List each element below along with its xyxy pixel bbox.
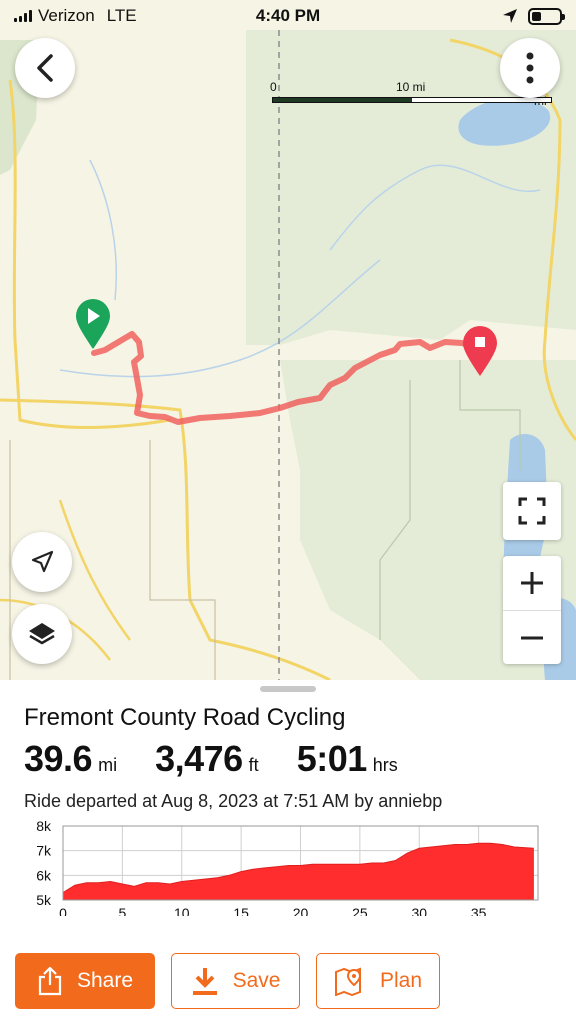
- scale-label-mid: 10 mi: [396, 80, 426, 94]
- action-buttons: Share Save Plan: [15, 953, 440, 1009]
- more-vertical-icon: [526, 52, 534, 84]
- save-label: Save: [232, 969, 281, 992]
- ride-details-sheet: Fremont County Road Cycling 39.6 mi 3,47…: [0, 680, 576, 1024]
- share-button[interactable]: Share: [15, 953, 155, 1009]
- duration-stat: 5:01 hrs: [297, 738, 398, 780]
- locate-me-button[interactable]: [12, 532, 72, 592]
- share-icon: [38, 966, 62, 996]
- x-tick-label: 0: [59, 905, 67, 916]
- location-arrow-icon: [503, 9, 517, 23]
- ride-departure-info: Ride departed at Aug 8, 2023 at 7:51 AM …: [24, 791, 443, 811]
- minus-icon: [521, 636, 543, 639]
- share-label: Share: [76, 969, 134, 992]
- scale-label-start: 0: [270, 80, 277, 94]
- y-tick-label: 5k: [36, 892, 52, 908]
- distance-stat: 39.6 mi: [24, 738, 117, 780]
- elevation-chart[interactable]: 5k 6k 7k 8k 0 5 10 15 20 25 30 35: [20, 820, 550, 916]
- stream: [89, 159, 118, 301]
- fit-route-button[interactable]: [503, 482, 561, 540]
- zoom-out-button[interactable]: [503, 610, 561, 664]
- carrier-name: Verizon: [38, 6, 95, 25]
- distance-unit: mi: [98, 755, 118, 775]
- y-tick-label: 7k: [36, 843, 52, 859]
- duration-unit: hrs: [372, 755, 398, 775]
- download-icon: [192, 968, 217, 995]
- x-tick-label: 20: [293, 905, 309, 916]
- y-tick-label: 8k: [36, 820, 52, 834]
- x-tick-label: 10: [174, 905, 190, 916]
- ride-title: Fremont County Road Cycling: [24, 704, 346, 731]
- expand-icon: [518, 497, 546, 525]
- layers-icon: [29, 623, 55, 645]
- map-pin-icon: [334, 967, 361, 996]
- plan-label: Plan: [379, 969, 423, 992]
- elevation-stat: 3,476 ft: [155, 738, 259, 780]
- elevation-value: 3,476: [155, 738, 243, 779]
- elevation-unit: ft: [248, 755, 259, 775]
- ride-stats: 39.6 mi 3,476 ft 5:01 hrs: [24, 738, 436, 780]
- map-view[interactable]: 0 10 mi 20 mi: [0, 0, 576, 680]
- elevation-area: [62, 842, 534, 901]
- scale-bar: [272, 97, 552, 103]
- back-button[interactable]: [15, 38, 75, 98]
- save-button[interactable]: Save: [171, 953, 300, 1009]
- map-layers-button[interactable]: [12, 604, 72, 664]
- network-type: LTE: [106, 6, 137, 25]
- plus-icon: [521, 572, 543, 594]
- y-tick-label: 6k: [36, 867, 52, 883]
- road: [8, 79, 171, 429]
- x-tick-label: 35: [471, 905, 487, 916]
- zoom-controls: [503, 556, 561, 664]
- duration-value: 5:01: [296, 738, 368, 779]
- signal-strength-icon: [14, 10, 32, 22]
- x-tick-label: 15: [233, 905, 249, 916]
- navigation-arrow-icon: [31, 550, 54, 573]
- more-options-button[interactable]: [500, 38, 560, 98]
- chevron-left-icon: [37, 54, 53, 82]
- plan-button[interactable]: Plan: [316, 953, 440, 1009]
- x-tick-label: 30: [411, 905, 427, 916]
- start-marker-icon: [76, 299, 110, 349]
- status-bar: Verizon LTE 4:40 PM: [0, 0, 576, 32]
- distance-value: 39.6: [24, 738, 93, 779]
- battery-icon: [528, 7, 565, 25]
- sheet-drag-handle[interactable]: [260, 686, 316, 692]
- x-tick-label: 25: [352, 905, 368, 916]
- zoom-in-button[interactable]: [503, 556, 561, 610]
- x-tick-label: 5: [118, 905, 126, 916]
